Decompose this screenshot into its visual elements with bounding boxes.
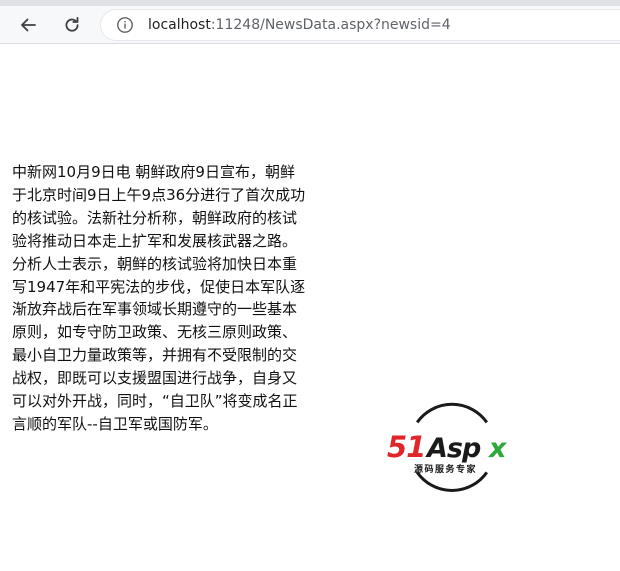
news-article-text: 中新网10月9日电 朝鲜政府9日宣布，朝鲜于北京时间9日上午9点36分进行了首次… xyxy=(12,163,306,433)
svg-text:x: x xyxy=(487,433,508,464)
url-host: localhost xyxy=(148,17,211,33)
url-path: :11248/NewsData.aspx?newsid=4 xyxy=(210,17,451,33)
svg-text:Asp: Asp xyxy=(425,433,481,464)
reload-icon xyxy=(65,16,79,32)
arrow-left-icon xyxy=(21,18,36,32)
page-viewport: 中新网10月9日电 朝鲜政府9日宣布，朝鲜于北京时间9日上午9点36分进行了首次… xyxy=(0,44,620,571)
51aspx-logo: 51 Asp x 源码服务专家 xyxy=(387,402,508,493)
address-bar[interactable]: localhost:11248/NewsData.aspx?newsid=4 xyxy=(100,9,620,41)
svg-text:源码服务专家: 源码服务专家 xyxy=(414,463,477,475)
svg-text:51: 51 xyxy=(387,430,425,464)
back-button[interactable] xyxy=(12,10,44,40)
info-icon[interactable] xyxy=(116,16,134,34)
reload-button[interactable] xyxy=(56,10,88,40)
url-text[interactable]: localhost:11248/NewsData.aspx?newsid=4 xyxy=(148,9,451,41)
browser-toolbar: localhost:11248/NewsData.aspx?newsid=4 xyxy=(0,6,620,44)
